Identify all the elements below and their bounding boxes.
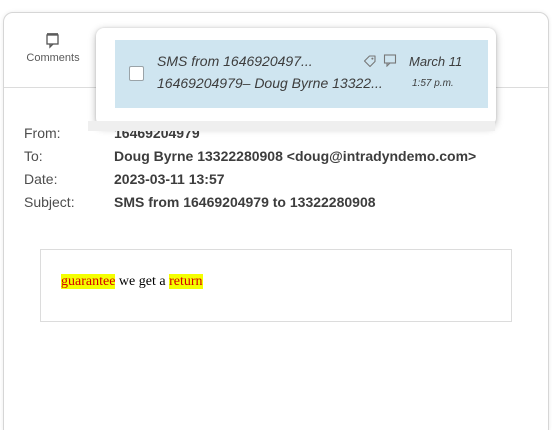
date-value: 2023-03-11 13:57 bbox=[114, 171, 225, 187]
message-body: guarantee we get a return bbox=[40, 249, 512, 322]
comments-icon bbox=[46, 33, 59, 49]
message-body-text: guarantee we get a return bbox=[61, 274, 203, 290]
subject-row: Subject: SMS from 16469204979 to 1332228… bbox=[24, 191, 476, 214]
select-checkbox[interactable] bbox=[129, 66, 144, 81]
date-label: Date: bbox=[24, 171, 58, 187]
body-text-middle: we get a bbox=[115, 274, 170, 289]
email-header: From: 16469204979 To: Doug Byrne 1332228… bbox=[24, 122, 476, 214]
comments-label: Comments bbox=[26, 52, 80, 64]
list-item[interactable]: SMS from 1646920497... 16469204979– Doug… bbox=[115, 40, 488, 108]
highlighted-keyword: guarantee bbox=[61, 274, 116, 289]
to-label: To: bbox=[24, 148, 43, 164]
subject-label: Subject: bbox=[24, 194, 75, 210]
comment-icon[interactable] bbox=[383, 53, 397, 67]
highlighted-keyword: return bbox=[169, 274, 203, 289]
popup-bottom-bar bbox=[88, 121, 495, 131]
item-participants: 16469204979– Doug Byrne 13322... bbox=[157, 75, 383, 91]
message-list-popup: SMS from 1646920497... 16469204979– Doug… bbox=[88, 28, 496, 131]
page: Comments guarantee we get a return From:… bbox=[0, 0, 552, 430]
tag-icon[interactable] bbox=[363, 54, 377, 68]
date-row: Date: 2023-03-11 13:57 bbox=[24, 168, 476, 191]
comments-button[interactable]: Comments bbox=[18, 33, 88, 64]
item-subject: SMS from 1646920497... bbox=[157, 53, 313, 69]
item-time: 1:57 p.m. bbox=[412, 78, 454, 89]
to-value: Doug Byrne 13322280908 <doug@intradyndem… bbox=[114, 148, 477, 164]
subject-value: SMS from 16469204979 to 13322280908 bbox=[114, 194, 376, 210]
to-row: To: Doug Byrne 13322280908 <doug@intrady… bbox=[24, 145, 476, 168]
item-date: March 11 bbox=[409, 54, 463, 69]
